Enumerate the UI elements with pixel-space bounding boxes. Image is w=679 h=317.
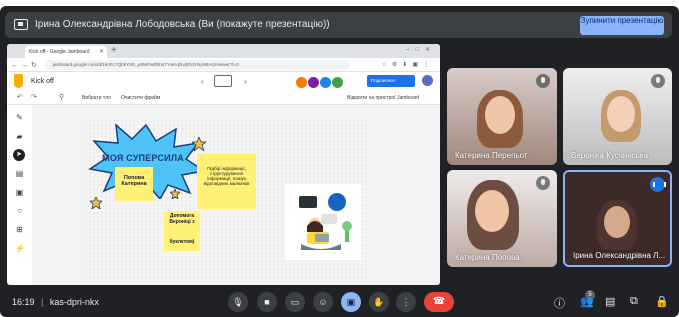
muted-mic-icon [651,74,665,88]
jamboard-header: Kick off ‹ › Поділитися [7,72,440,91]
participant-tile-active[interactable]: Ірина Олександрівна Л... [563,170,672,267]
people-icon[interactable]: 👥 [580,295,594,308]
participant-name: Катерина Перепьот [455,151,528,160]
avatar [308,77,319,88]
captions-button[interactable]: ▭ [285,292,305,312]
jamboard-logo-icon [14,74,23,88]
raise-hand-button[interactable]: ✋ [369,292,389,312]
undo-icon[interactable]: ↶ [17,93,23,101]
browser-tab[interactable]: Kick off - Google Jamboard ✕ [25,46,107,58]
participant-name: Катерина Попова [455,253,520,262]
camera-icon: ■ [264,297,270,307]
nav-buttons-icon[interactable]: ←→↻ [11,61,40,69]
prev-frame-icon[interactable]: ‹ [201,77,204,86]
open-on-device-button[interactable]: Відкрити на пристрої Jamboard [347,95,419,101]
meeting-time: 16:19 [12,297,35,307]
star-icon [90,197,102,209]
more-options-button[interactable]: ⋮ [396,292,416,312]
meeting-controls-bar: 16:19 | kas-dpri-nkx 🎙 ■ ▭ ☺ ▣ ✋ ⋮ ☎ ⓘ 5… [0,287,679,317]
frame-bar-thumb[interactable] [214,75,232,87]
burst-title: МОЯ СУПЕРСИЛА [102,153,184,163]
chat-icon[interactable]: ▤ [605,295,615,308]
host-controls-icon[interactable]: 🔒 [655,295,669,308]
present-button[interactable]: ▣ [341,292,361,312]
next-frame-icon[interactable]: › [244,77,247,86]
sticky-note[interactable]: буклетом) [164,235,200,251]
new-tab-icon[interactable]: + [111,45,117,56]
jam-canvas[interactable]: МОЯ СУПЕРСИЛА Попова Катерина Підбір інф… [84,119,369,280]
tab-title: Kick off - Google Jamboard [29,49,90,55]
image-icon[interactable]: ▣ [15,188,24,197]
pen-icon[interactable]: ✎ [15,113,24,122]
presenting-text: Ірина Олександрівна Лободовська (Ви (пок… [35,19,330,30]
participant-name: Вероніка Кусчинська [571,151,649,160]
avatar [332,77,343,88]
speaking-indicator-icon [650,177,666,192]
emoji-icon: ☺ [318,297,328,307]
zoom-icon[interactable]: ⚲ [59,93,64,101]
participant-tile[interactable]: Вероніка Кусчинська [563,68,672,165]
more-icon: ⋮ [401,297,411,307]
sticky-note[interactable]: Допомога Вероніці з [164,211,200,235]
mic-button[interactable]: 🎙 [228,292,248,312]
textbox-icon[interactable]: ⊞ [15,225,24,234]
meet-window: Ірина Олександрівна Лободовська (Ви (пок… [0,6,679,317]
meeting-code: kas-dpri-nkx [49,297,99,307]
address-bar: ←→↻ jamboard.google.com/d/1knFL7QbkY0G_p… [7,58,440,72]
window-controls[interactable]: –□✕ [406,46,436,53]
set-background-button[interactable]: Вибрати тло [82,95,111,101]
end-call-button[interactable]: ☎ [424,292,454,312]
presenting-banner: Ірина Олександрівна Лободовська (Ви (пок… [5,12,672,38]
info-icon[interactable]: ⓘ [554,295,565,311]
activities-icon[interactable]: ⧉ [630,295,638,308]
participant-name: Ірина Олександрівна Л... [573,251,666,260]
clear-frame-button[interactable]: Очистити фрейм [121,95,160,101]
participant-tile[interactable]: Катерина Попова [447,170,557,267]
camera-button[interactable]: ■ [257,292,277,312]
jam-title[interactable]: Kick off [31,78,54,85]
person-with-laptop-icon [299,193,352,250]
present-icon: ▣ [346,297,356,307]
collaborator-avatars [296,75,344,88]
sticky-note[interactable]: Підбір інформації, структурування інформ… [197,154,256,209]
url-field[interactable]: jamboard.google.com/d/1knFL7QbkY0G_p8WFw… [45,60,350,70]
eraser-icon[interactable]: ▰ [15,132,24,141]
avatar [296,77,307,88]
end-call-icon: ☎ [432,296,446,307]
star-icon [192,137,206,151]
emoji-button[interactable]: ☺ [313,292,333,312]
participant-tile[interactable]: Катерина Перепьот [447,68,557,165]
browser-actions-icon[interactable]: ☆⚙⬇▣⋮ [382,61,434,68]
details-separator: | [41,297,44,307]
select-icon[interactable]: ➤ [13,149,25,161]
hand-icon: ✋ [373,297,385,307]
redo-icon[interactable]: ↷ [31,93,37,101]
star-icon [170,189,180,199]
stop-presenting-button[interactable]: Зупинити презентацію [580,16,664,35]
shared-screen: Kick off - Google Jamboard ✕ + –□✕ ←→↻ j… [7,44,440,285]
mic-icon: 🎙 [232,297,244,307]
browser-tabstrip: Kick off - Google Jamboard ✕ + –□✕ [7,44,440,58]
jamboard-tools-sidebar: ✎ ▰ ➤ ▤ ▣ ○ ⊞ ⚡ [7,105,32,265]
sticky-note[interactable]: Попова Катерина [115,167,153,201]
shape-icon[interactable]: ○ [15,206,24,215]
meeting-details: 16:19 | kas-dpri-nkx [12,297,99,307]
present-screen-icon [14,19,28,30]
muted-mic-icon [536,74,550,88]
illustration-image[interactable] [285,184,361,260]
avatar [320,77,331,88]
captions-icon: ▭ [290,297,300,307]
account-avatar[interactable] [422,75,433,86]
laser-icon[interactable]: ⚡ [15,244,25,253]
muted-mic-icon [536,176,550,190]
sticky-note-icon[interactable]: ▤ [15,169,24,178]
canvas-area: МОЯ СУПЕРСИЛА Попова Катерина Підбір інф… [32,105,440,285]
jamboard-toolbar: ↶ ↷ ⚲ Вибрати тло Очистити фрейм Відкрит… [7,91,440,105]
tab-close-icon[interactable]: ✕ [99,48,104,55]
share-button[interactable]: Поділитися [367,75,415,87]
